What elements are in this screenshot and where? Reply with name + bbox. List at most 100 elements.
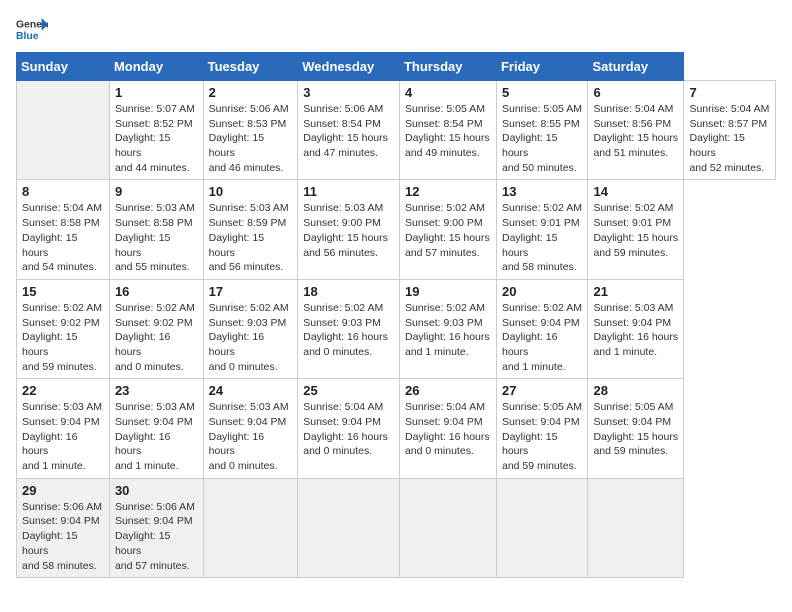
day-info: Sunrise: 5:03 AMSunset: 8:58 PMDaylight:… — [115, 201, 198, 274]
weekday-header-thursday: Thursday — [399, 53, 496, 81]
calendar-day-cell: 2 Sunrise: 5:06 AMSunset: 8:53 PMDaylight… — [203, 81, 298, 180]
day-number: 26 — [405, 383, 491, 398]
day-number: 13 — [502, 184, 582, 199]
calendar-day-cell: 7Sunrise: 5:04 AMSunset: 8:57 PMDaylight… — [684, 81, 776, 180]
weekday-header-wednesday: Wednesday — [298, 53, 400, 81]
calendar-header-row: SundayMondayTuesdayWednesdayThursdayFrid… — [17, 53, 776, 81]
weekday-header-monday: Monday — [109, 53, 203, 81]
calendar-day-cell: 13 Sunrise: 5:02 AMSunset: 9:01 PMDayligh… — [496, 180, 587, 279]
calendar-week-row: 1 Sunrise: 5:07 AMSunset: 8:52 PMDaylight… — [17, 81, 776, 180]
page-header: General Blue — [16, 16, 776, 44]
day-number: 14 — [593, 184, 678, 199]
calendar-week-row: 29 Sunrise: 5:06 AMSunset: 9:04 PMDayligh… — [17, 478, 776, 577]
day-number: 23 — [115, 383, 198, 398]
calendar-week-row: 8 Sunrise: 5:04 AMSunset: 8:58 PMDaylight… — [17, 180, 776, 279]
day-number: 8 — [22, 184, 104, 199]
day-info: Sunrise: 5:04 AMSunset: 9:04 PMDaylight:… — [303, 400, 394, 459]
weekday-header-sunday: Sunday — [17, 53, 110, 81]
day-number: 28 — [593, 383, 678, 398]
day-number: 1 — [115, 85, 198, 100]
calendar-table: SundayMondayTuesdayWednesdayThursdayFrid… — [16, 52, 776, 578]
day-info: Sunrise: 5:05 AMSunset: 8:55 PMDaylight:… — [502, 102, 582, 175]
calendar-day-cell: 17 Sunrise: 5:02 AMSunset: 9:03 PMDayligh… — [203, 279, 298, 378]
day-number: 12 — [405, 184, 491, 199]
calendar-day-cell: 22Sunrise: 5:03 AMSunset: 9:04 PMDayligh… — [17, 379, 110, 478]
calendar-day-cell: 30 Sunrise: 5:06 AMSunset: 9:04 PMDayligh… — [109, 478, 203, 577]
day-info: Sunrise: 5:05 AMSunset: 8:54 PMDaylight:… — [405, 102, 491, 161]
calendar-day-cell: 19 Sunrise: 5:02 AMSunset: 9:03 PMDayligh… — [399, 279, 496, 378]
day-info: Sunrise: 5:02 AMSunset: 9:03 PMDaylight:… — [209, 301, 293, 374]
day-number: 3 — [303, 85, 394, 100]
day-number: 6 — [593, 85, 678, 100]
day-info: Sunrise: 5:04 AMSunset: 8:56 PMDaylight:… — [593, 102, 678, 161]
logo-icon: General Blue — [16, 16, 48, 44]
day-info: Sunrise: 5:06 AMSunset: 9:04 PMDaylight:… — [22, 500, 104, 573]
day-number: 20 — [502, 284, 582, 299]
day-info: Sunrise: 5:02 AMSunset: 9:02 PMDaylight:… — [115, 301, 198, 374]
day-number: 27 — [502, 383, 582, 398]
weekday-header-tuesday: Tuesday — [203, 53, 298, 81]
day-info: Sunrise: 5:07 AMSunset: 8:52 PMDaylight:… — [115, 102, 198, 175]
day-number: 2 — [209, 85, 293, 100]
day-number: 5 — [502, 85, 582, 100]
day-number: 11 — [303, 184, 394, 199]
day-number: 25 — [303, 383, 394, 398]
calendar-day-cell — [399, 478, 496, 577]
day-number: 19 — [405, 284, 491, 299]
day-info: Sunrise: 5:06 AMSunset: 9:04 PMDaylight:… — [115, 500, 198, 573]
day-info: Sunrise: 5:03 AMSunset: 9:04 PMDaylight:… — [593, 301, 678, 360]
calendar-day-cell: 18 Sunrise: 5:02 AMSunset: 9:03 PMDayligh… — [298, 279, 400, 378]
day-number: 9 — [115, 184, 198, 199]
day-info: Sunrise: 5:04 AMSunset: 8:58 PMDaylight:… — [22, 201, 104, 274]
calendar-day-cell: 26Sunrise: 5:04 AMSunset: 9:04 PMDayligh… — [399, 379, 496, 478]
calendar-day-cell — [203, 478, 298, 577]
calendar-day-cell: 27 Sunrise: 5:05 AMSunset: 9:04 PMDayligh… — [496, 379, 587, 478]
calendar-week-row: 22 Sunrise: 5:03 AMSunset: 9:04 PMDayligh… — [17, 379, 776, 478]
calendar-day-cell: 25 Sunrise: 5:04 AMSunset: 9:04 PMDayligh… — [298, 379, 400, 478]
day-info: Sunrise: 5:05 AMSunset: 9:04 PMDaylight:… — [502, 400, 582, 473]
calendar-day-cell: 16 Sunrise: 5:02 AMSunset: 9:02 PMDayligh… — [109, 279, 203, 378]
calendar-day-cell: 8 Sunrise: 5:04 AMSunset: 8:58 PMDaylight… — [17, 180, 110, 279]
calendar-day-cell — [17, 81, 110, 180]
day-number: 29 — [22, 483, 104, 498]
day-info: Sunrise: 5:02 AMSunset: 9:03 PMDaylight:… — [405, 301, 491, 360]
calendar-day-cell: 5 Sunrise: 5:05 AMSunset: 8:55 PMDaylight… — [496, 81, 587, 180]
day-info: Sunrise: 5:02 AMSunset: 9:01 PMDaylight:… — [593, 201, 678, 260]
day-number: 15 — [22, 284, 104, 299]
day-info: Sunrise: 5:04 AMSunset: 8:57 PMDaylight:… — [689, 102, 770, 175]
calendar-day-cell: 6 Sunrise: 5:04 AMSunset: 8:56 PMDaylight… — [588, 81, 684, 180]
calendar-day-cell: 29 Sunrise: 5:06 AMSunset: 9:04 PMDayligh… — [17, 478, 110, 577]
day-number: 18 — [303, 284, 394, 299]
day-number: 4 — [405, 85, 491, 100]
day-info: Sunrise: 5:02 AMSunset: 9:01 PMDaylight:… — [502, 201, 582, 274]
day-info: Sunrise: 5:02 AMSunset: 9:04 PMDaylight:… — [502, 301, 582, 374]
calendar-day-cell: 1 Sunrise: 5:07 AMSunset: 8:52 PMDaylight… — [109, 81, 203, 180]
calendar-day-cell: 15 Sunrise: 5:02 AMSunset: 9:02 PMDayligh… — [17, 279, 110, 378]
day-number: 16 — [115, 284, 198, 299]
day-info: Sunrise: 5:03 AMSunset: 9:04 PMDaylight:… — [209, 400, 293, 473]
day-number: 30 — [115, 483, 198, 498]
calendar-body: 1 Sunrise: 5:07 AMSunset: 8:52 PMDaylight… — [17, 81, 776, 578]
day-number: 10 — [209, 184, 293, 199]
day-number: 22 — [22, 383, 104, 398]
weekday-header-saturday: Saturday — [588, 53, 684, 81]
day-number: 17 — [209, 284, 293, 299]
calendar-day-cell: 20 Sunrise: 5:02 AMSunset: 9:04 PMDayligh… — [496, 279, 587, 378]
logo: General Blue — [16, 16, 48, 44]
calendar-day-cell: 9 Sunrise: 5:03 AMSunset: 8:58 PMDaylight… — [109, 180, 203, 279]
calendar-day-cell: 4 Sunrise: 5:05 AMSunset: 8:54 PMDaylight… — [399, 81, 496, 180]
day-info: Sunrise: 5:03 AMSunset: 9:04 PMDaylight:… — [115, 400, 198, 473]
day-info: Sunrise: 5:05 AMSunset: 9:04 PMDaylight:… — [593, 400, 678, 459]
calendar-day-cell: 12 Sunrise: 5:02 AMSunset: 9:00 PMDayligh… — [399, 180, 496, 279]
weekday-header-friday: Friday — [496, 53, 587, 81]
day-info: Sunrise: 5:03 AMSunset: 9:00 PMDaylight:… — [303, 201, 394, 260]
day-info: Sunrise: 5:02 AMSunset: 9:02 PMDaylight:… — [22, 301, 104, 374]
day-info: Sunrise: 5:02 AMSunset: 9:00 PMDaylight:… — [405, 201, 491, 260]
calendar-day-cell: 3Sunrise: 5:06 AMSunset: 8:54 PMDaylight… — [298, 81, 400, 180]
day-info: Sunrise: 5:02 AMSunset: 9:03 PMDaylight:… — [303, 301, 394, 360]
calendar-day-cell: 21Sunrise: 5:03 AMSunset: 9:04 PMDayligh… — [588, 279, 684, 378]
day-info: Sunrise: 5:06 AMSunset: 8:53 PMDaylight:… — [209, 102, 293, 175]
calendar-day-cell: 24Sunrise: 5:03 AMSunset: 9:04 PMDayligh… — [203, 379, 298, 478]
calendar-day-cell: 28 Sunrise: 5:05 AMSunset: 9:04 PMDayligh… — [588, 379, 684, 478]
calendar-day-cell: 10Sunrise: 5:03 AMSunset: 8:59 PMDayligh… — [203, 180, 298, 279]
